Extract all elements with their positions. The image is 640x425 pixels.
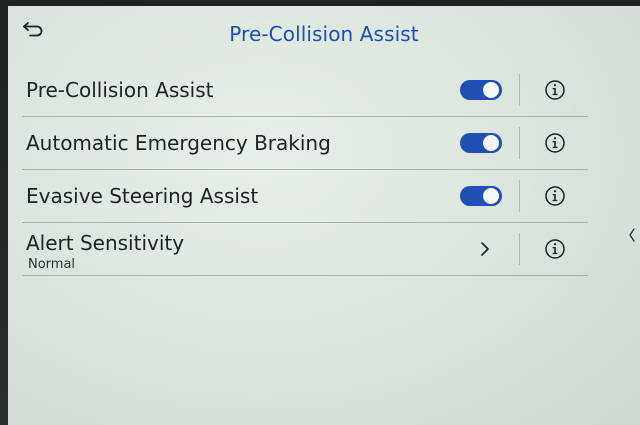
setting-label: Automatic Emergency Braking: [26, 131, 331, 155]
side-panel-chevron-icon[interactable]: [628, 228, 636, 242]
setting-row-pre-collision-assist: Pre-Collision Assist: [22, 64, 588, 117]
setting-row-evasive-steering-assist: Evasive Steering Assist: [22, 170, 588, 223]
setting-label: Evasive Steering Assist: [26, 184, 259, 208]
toggle-knob: [483, 188, 499, 204]
setting-row-automatic-emergency-braking: Automatic Emergency Braking: [22, 117, 588, 170]
setting-value: Normal: [28, 257, 76, 272]
info-icon[interactable]: [544, 238, 566, 260]
settings-list: Pre-Collision Assist Automatic Emergency…: [22, 64, 588, 276]
setting-row-alert-sensitivity[interactable]: Alert Sensitivity Normal: [22, 223, 588, 276]
setting-label: Alert Sensitivity: [26, 231, 185, 255]
vertical-divider: [519, 74, 520, 106]
automatic-emergency-braking-toggle[interactable]: [460, 133, 502, 153]
pre-collision-assist-toggle[interactable]: [460, 80, 502, 100]
vertical-divider: [519, 127, 520, 159]
chevron-right-icon[interactable]: [478, 240, 492, 258]
info-icon[interactable]: [544, 132, 566, 154]
vertical-divider: [519, 233, 520, 265]
info-icon[interactable]: [544, 79, 566, 101]
info-icon[interactable]: [544, 185, 566, 207]
setting-label: Pre-Collision Assist: [26, 78, 214, 102]
page-title: Pre-Collision Assist: [229, 22, 419, 46]
toggle-knob: [483, 135, 499, 151]
evasive-steering-assist-toggle[interactable]: [460, 186, 502, 206]
screen: Pre-Collision Assist Pre-Collision Assis…: [8, 6, 640, 425]
vertical-divider: [519, 180, 520, 212]
toggle-knob: [483, 82, 499, 98]
